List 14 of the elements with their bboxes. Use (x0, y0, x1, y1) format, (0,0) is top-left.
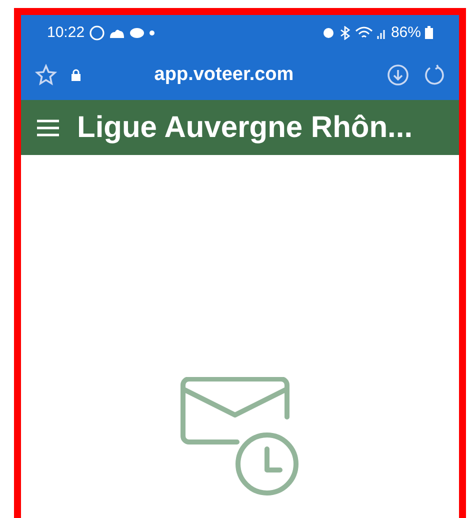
wifi-icon (354, 26, 373, 40)
bluetooth-icon (338, 26, 351, 40)
battery-icon (425, 26, 433, 39)
dot-icon (148, 30, 155, 36)
clock-time: 10:22 (47, 24, 85, 41)
menu-button[interactable] (37, 118, 59, 136)
cloud-icon (108, 28, 125, 38)
lock-icon (71, 69, 81, 81)
battery-level: 86% (390, 24, 421, 41)
bookmark-button[interactable] (35, 64, 57, 86)
reload-button[interactable] (423, 64, 445, 86)
scheduled-mail-icon (180, 377, 300, 497)
page-title: Ligue Auvergne Rhôn... (77, 110, 413, 144)
download-button[interactable] (387, 64, 409, 86)
